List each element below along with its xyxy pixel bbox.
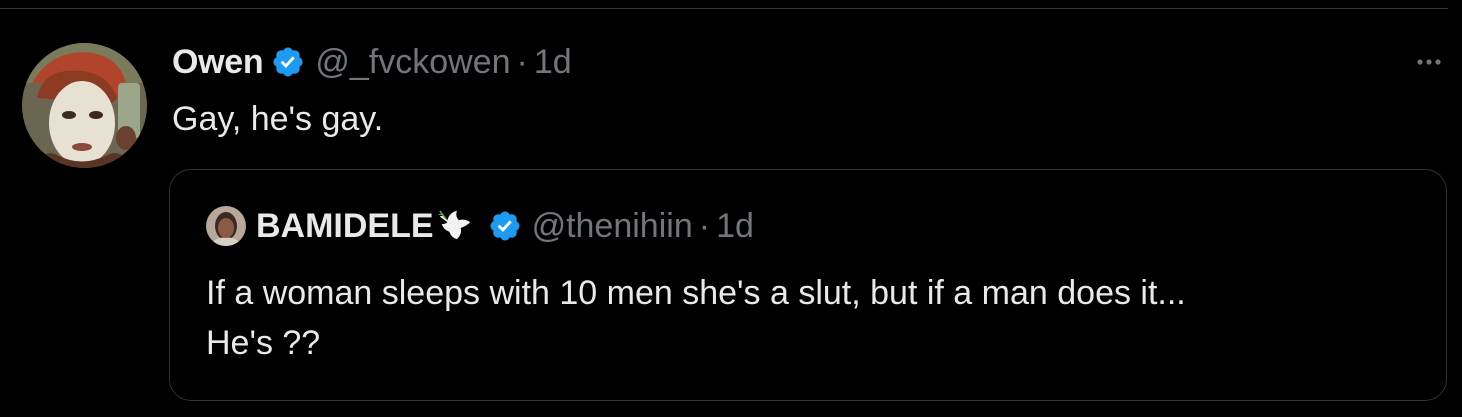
top-divider xyxy=(0,8,1448,9)
quote-timestamp[interactable]: 1d xyxy=(716,207,754,246)
tweet-header: Owen @_fvckowen · 1d xyxy=(172,40,572,84)
quote-text-line: If a woman sleeps with 10 men she's a sl… xyxy=(206,274,1186,312)
quote-avatar-photo-icon xyxy=(206,206,246,246)
quote-text: If a woman sleeps with 10 men she's a sl… xyxy=(206,268,1406,368)
tweet-text: Gay, he's gay. xyxy=(172,100,384,138)
tweet-container: Owen @_fvckowen · 1d Gay, he's gay. BAMI… xyxy=(0,0,1462,417)
quote-header: BAMIDELE @thenihiin · 1d xyxy=(206,206,754,246)
quote-author-display-name[interactable]: BAMIDELE xyxy=(256,207,434,246)
quoted-tweet[interactable]: BAMIDELE @thenihiin · 1d If a woman slee… xyxy=(169,169,1447,401)
quote-author-handle[interactable]: @thenihiin xyxy=(532,207,693,246)
tweet-timestamp[interactable]: 1d xyxy=(534,43,572,82)
quote-separator-dot: · xyxy=(698,206,711,245)
author-display-name[interactable]: Owen xyxy=(172,43,264,82)
verified-badge-icon[interactable] xyxy=(271,45,305,79)
ellipsis-icon[interactable] xyxy=(1412,50,1446,74)
avatar-photo-icon xyxy=(22,43,147,168)
dove-icon xyxy=(437,210,470,240)
quote-verified-badge-icon[interactable] xyxy=(488,209,522,243)
separator-dot: · xyxy=(516,42,528,81)
author-handle[interactable]: @_fvckowen xyxy=(315,43,510,82)
quote-author-avatar[interactable] xyxy=(206,206,246,246)
author-avatar[interactable] xyxy=(22,43,147,168)
quote-text-line: He's ?? xyxy=(206,324,321,362)
